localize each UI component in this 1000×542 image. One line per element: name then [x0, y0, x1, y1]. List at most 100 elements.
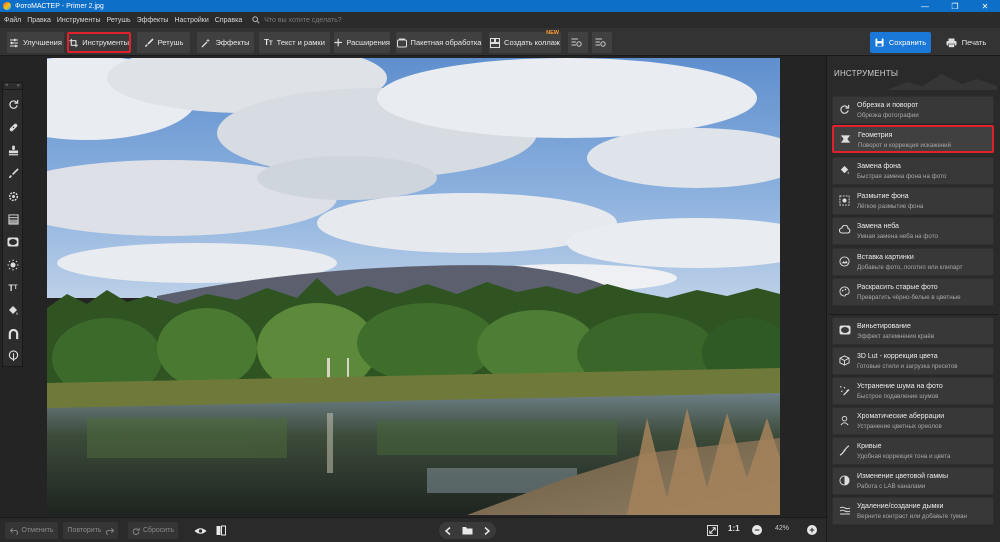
tools-tab[interactable]: Инструменты	[67, 32, 131, 53]
menu-tools[interactable]: Инструменты	[57, 17, 101, 24]
text-icon[interactable]: TT	[6, 281, 20, 295]
tool-subtitle: Лёгкое размытие фона	[857, 203, 924, 210]
tree-icon[interactable]	[6, 349, 20, 363]
tool-subtitle: Готовые стили и загрузка пресетов	[857, 363, 958, 370]
menu-help[interactable]: Справка	[215, 17, 242, 24]
stamp-icon[interactable]	[6, 143, 20, 157]
magnet-icon[interactable]	[6, 327, 20, 341]
tool-haze[interactable]: Удаление/создание дымки Верните контраст…	[832, 497, 994, 525]
zoom-out-button[interactable]: −	[752, 525, 762, 535]
undo-button[interactable]: Отменить	[5, 522, 58, 539]
title-bar: ФотоМАСТЕР - Primer 2.jpg — ❐ ✕	[0, 0, 1000, 12]
folder-icon[interactable]	[462, 526, 473, 535]
text-frames-tab[interactable]: TT Текст и рамки	[259, 32, 330, 53]
bottom-bar: Отменить Повторить Сбросить 1:1 − 42% +	[0, 517, 826, 542]
menu-effects[interactable]: Эффекты	[137, 17, 169, 24]
tool-subtitle: Добавьте фото, логотип или клипарт	[857, 264, 963, 271]
search-placeholder: Что вы хотите сделать?	[264, 16, 342, 24]
tool-vignette[interactable]: Виньетирование Эффект затемнения краёв	[832, 317, 994, 345]
save-button[interactable]: Сохранить	[870, 32, 931, 53]
left-tool-strip: × « TT	[2, 82, 23, 367]
effects-tab[interactable]: Эффекты	[197, 32, 254, 53]
create-collage-button[interactable]: Создать коллаж NEW	[489, 30, 561, 53]
text-frames-label: Текст и рамки	[276, 38, 325, 47]
menu-file[interactable]: Файл	[4, 17, 21, 24]
tool-3d-lut[interactable]: 3D Lut - коррекция цвета Готовые стили и…	[832, 347, 994, 375]
reset-button[interactable]: Сбросить	[128, 522, 178, 539]
tool-chromatic-aberration[interactable]: Хроматические аберрации Устранение цветн…	[832, 407, 994, 435]
tool-strip-collapse-icon[interactable]: «	[17, 83, 20, 89]
bucket-icon	[840, 165, 849, 175]
preview-eye-button[interactable]	[192, 522, 208, 539]
tool-color-gamut[interactable]: Изменение цветовой гаммы Работа с LAB ка…	[832, 467, 994, 495]
tool-subtitle: Работа с LAB каналами	[857, 483, 926, 490]
brush-icon	[144, 37, 154, 47]
extensions-tab[interactable]: Расширения	[334, 32, 390, 53]
patch-icon[interactable]	[6, 120, 20, 134]
reset-icon	[132, 527, 140, 535]
tool-sky-replace[interactable]: Замена неба Умная замена неба на фото	[832, 217, 994, 245]
gradient-icon[interactable]	[6, 212, 20, 226]
bucket-icon[interactable]	[6, 304, 20, 318]
print-button[interactable]: Печать	[937, 32, 995, 53]
tool-curves[interactable]: Кривые Удобная коррекция тона и цвета	[832, 437, 994, 465]
tools-panel: ИНСТРУМЕНТЫ Обрезка и поворот Обрезка фо…	[826, 56, 1000, 542]
redo-button[interactable]: Повторить	[63, 522, 118, 539]
rotate-icon[interactable]	[6, 97, 20, 111]
list-settings-icon	[571, 38, 582, 47]
tool-title: Устранение шума на фото	[857, 383, 943, 390]
chromatic-icon	[840, 415, 849, 426]
tool-crop-rotate[interactable]: Обрезка и поворот Обрезка фотографии	[832, 96, 994, 124]
tool-title: Вставка картинки	[857, 254, 914, 261]
batch-processing-button[interactable]: Пакетная обработка	[396, 32, 482, 53]
zoom-actual-size[interactable]: 1:1	[728, 524, 740, 533]
undo-label: Отменить	[21, 527, 54, 534]
compare-button[interactable]	[568, 32, 588, 53]
tool-subtitle: Удобная коррекция тона и цвета	[857, 453, 951, 460]
minimize-button[interactable]: —	[910, 0, 940, 12]
menu-search[interactable]: Что вы хотите сделать?	[252, 16, 342, 24]
tool-geometry[interactable]: Геометрия Поворот и коррекция искажений	[832, 125, 994, 153]
chevron-left-icon[interactable]	[444, 526, 451, 535]
zoom-in-button[interactable]: +	[807, 525, 817, 535]
photo-canvas[interactable]	[47, 58, 780, 515]
menu-settings[interactable]: Настройки	[174, 17, 208, 24]
tool-colorize[interactable]: Раскрасить старые фото Превратить чёрно-…	[832, 278, 994, 306]
tool-background-replace[interactable]: Замена фона Быстрая замена фона на фото	[832, 157, 994, 185]
close-button[interactable]: ✕	[970, 0, 1000, 12]
tool-background-blur[interactable]: Размытие фона Лёгкое размытие фона	[832, 187, 994, 215]
cube-icon	[839, 355, 850, 366]
app-logo-icon	[3, 2, 11, 10]
window-title: ФотоМАСТЕР - Primer 2.jpg	[15, 2, 104, 10]
retouch-tab[interactable]: Ретушь	[137, 32, 190, 53]
vignette-rect-icon[interactable]	[6, 235, 20, 249]
tool-title: Изменение цветовой гаммы	[857, 473, 948, 480]
tool-insert-image[interactable]: Вставка картинки Добавьте фото, логотип …	[832, 248, 994, 276]
tool-subtitle: Эффект затемнения краёв	[857, 333, 935, 340]
retouch-label: Ретушь	[157, 38, 184, 47]
tool-title: Хроматические аберрации	[857, 413, 945, 420]
improvements-tab[interactable]: Улучшения	[7, 32, 64, 53]
fit-screen-button[interactable]	[704, 522, 720, 539]
geometry-icon	[840, 135, 851, 143]
curves-icon	[839, 445, 850, 456]
sun-icon[interactable]	[6, 258, 20, 272]
tool-denoise[interactable]: Устранение шума на фото Быстрое подавлен…	[832, 377, 994, 405]
tool-title: 3D Lut - коррекция цвета	[857, 353, 938, 360]
image-navigator	[439, 522, 496, 539]
extensions-label: Расширения	[346, 38, 390, 47]
menu-edit[interactable]: Правка	[27, 17, 51, 24]
history-button[interactable]	[592, 32, 612, 53]
chevron-right-icon[interactable]	[484, 526, 491, 535]
vignette-icon	[839, 325, 851, 335]
maximize-button[interactable]: ❐	[940, 0, 970, 12]
printer-icon	[946, 38, 957, 48]
tool-subtitle: Быстрое подавление шумов	[857, 393, 939, 400]
tool-strip-close-icon[interactable]: ×	[5, 83, 9, 89]
gear-icon[interactable]	[6, 189, 20, 203]
brush-icon[interactable]	[6, 166, 20, 180]
menu-retouch[interactable]: Ретушь	[107, 17, 131, 24]
tool-strip-header: × «	[3, 83, 22, 90]
compare-split-button[interactable]	[213, 522, 229, 539]
list-settings-icon	[595, 38, 606, 47]
